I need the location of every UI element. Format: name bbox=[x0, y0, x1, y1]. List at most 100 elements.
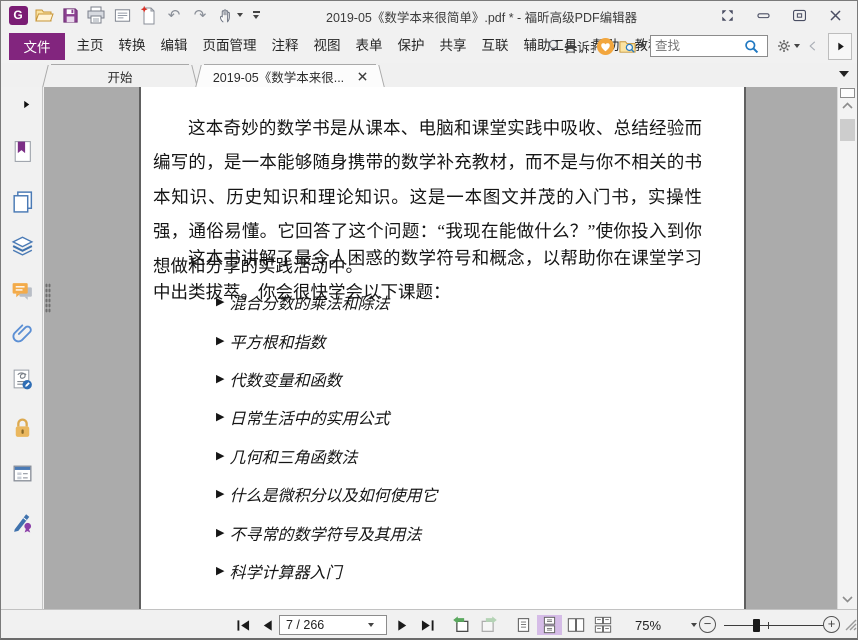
sidebar-item-security[interactable] bbox=[9, 415, 36, 442]
facing-view-button[interactable] bbox=[563, 615, 588, 635]
menu-connect[interactable]: 互联 bbox=[474, 29, 516, 63]
menu-file[interactable]: 文件 bbox=[9, 32, 65, 60]
sidebar-item-bookmarks[interactable] bbox=[9, 138, 36, 165]
customize-quick-access-button[interactable] bbox=[247, 3, 265, 27]
fullscreen-toggle-button[interactable] bbox=[709, 1, 745, 29]
menu-protect[interactable]: 保护 bbox=[390, 29, 432, 63]
scrollbar-top-button[interactable] bbox=[840, 88, 855, 98]
vertical-scrollbar[interactable] bbox=[837, 87, 857, 609]
menu-organize[interactable]: 页面管理 bbox=[195, 29, 264, 63]
bullet-marker-icon: ▶ bbox=[216, 295, 225, 308]
redo-icon: ↷ bbox=[193, 6, 207, 24]
zoom-slider[interactable] bbox=[724, 618, 824, 632]
sidebar-item-fields[interactable] bbox=[9, 460, 36, 487]
create-pdf-button[interactable] bbox=[135, 3, 161, 27]
redo-button[interactable]: ↷ bbox=[187, 3, 213, 27]
scrollbar-thumb[interactable] bbox=[840, 119, 855, 141]
pdf-page[interactable]: 这本奇妙的数学书是从课本、电脑和课堂实践中吸收、总结经验而编写的，是一本能够随身… bbox=[139, 87, 746, 609]
zoom-slider-handle[interactable] bbox=[753, 618, 760, 632]
find-box bbox=[650, 35, 768, 57]
print-button[interactable] bbox=[83, 3, 109, 27]
single-page-icon bbox=[517, 618, 530, 632]
bullet-marker-icon: ▶ bbox=[216, 410, 225, 423]
document-viewport[interactable]: 这本奇妙的数学书是从课本、电脑和课堂实践中吸收、总结经验而编写的，是一本能够随身… bbox=[44, 87, 837, 609]
settings-button[interactable] bbox=[772, 35, 804, 57]
tab-list-dropdown-icon[interactable] bbox=[839, 71, 849, 77]
previous-view-button[interactable] bbox=[447, 615, 473, 635]
tab-document[interactable]: 2019-05《数学本来很... bbox=[204, 64, 376, 87]
page-number-dropdown-icon[interactable] bbox=[368, 623, 374, 627]
sidebar-item-layers[interactable] bbox=[9, 231, 36, 258]
sidebar-item-pages[interactable] bbox=[9, 188, 36, 215]
next-page-button[interactable] bbox=[391, 615, 413, 635]
bookmark-icon bbox=[14, 141, 31, 162]
sidebar-item-sign[interactable] bbox=[9, 508, 36, 535]
continuous-page-icon bbox=[543, 616, 556, 634]
minimize-icon bbox=[756, 12, 770, 18]
menu-convert[interactable]: 转换 bbox=[111, 29, 153, 63]
previous-page-button[interactable] bbox=[256, 615, 278, 635]
zoom-level-combo[interactable]: 75% bbox=[635, 615, 697, 635]
document-tab-bar: 开始 2019-05《数学本来很... bbox=[1, 63, 857, 87]
next-view-button[interactable] bbox=[476, 615, 502, 635]
heart-icon bbox=[596, 37, 614, 55]
continuous-view-button[interactable] bbox=[537, 615, 562, 635]
folder-search-icon bbox=[618, 40, 636, 53]
maximize-button[interactable] bbox=[781, 1, 817, 29]
last-page-button[interactable] bbox=[415, 615, 439, 635]
sidebar-item-comments[interactable] bbox=[9, 278, 36, 305]
save-button[interactable] bbox=[57, 3, 83, 27]
bullet-item: ▶ 科学计算器入门 bbox=[216, 564, 342, 582]
zoom-out-button[interactable]: − bbox=[699, 616, 716, 633]
navigation-sidebar bbox=[1, 87, 43, 609]
menu-home[interactable]: 主页 bbox=[69, 29, 111, 63]
close-icon bbox=[830, 10, 840, 20]
tab-start[interactable]: 开始 bbox=[51, 64, 189, 87]
bullet-marker-icon: ▶ bbox=[216, 564, 225, 577]
find-input[interactable] bbox=[651, 39, 743, 53]
page-thumbnails-icon bbox=[13, 191, 33, 213]
single-page-view-button[interactable] bbox=[511, 615, 536, 635]
panel-splitter-handle[interactable] bbox=[45, 283, 51, 313]
first-page-icon bbox=[236, 619, 249, 631]
pdf-page-content: 这本奇妙的数学书是从课本、电脑和课堂实践中吸收、总结经验而编写的，是一本能够随身… bbox=[153, 87, 702, 609]
tell-me-label[interactable]: 告诉我 bbox=[564, 37, 594, 56]
resize-grip-icon[interactable] bbox=[844, 618, 857, 631]
menu-comment[interactable]: 注释 bbox=[264, 29, 306, 63]
app-logo-letter: G bbox=[8, 5, 28, 25]
open-file-button[interactable] bbox=[31, 3, 57, 27]
minimize-button[interactable] bbox=[745, 1, 781, 29]
scroll-down-icon[interactable] bbox=[841, 595, 854, 604]
expand-toolbar-button[interactable] bbox=[828, 32, 852, 60]
status-bar: 75% − + bbox=[1, 609, 857, 638]
undo-button[interactable]: ↶ bbox=[161, 3, 187, 27]
hand-tool-button[interactable] bbox=[213, 3, 247, 27]
zoom-dropdown-icon bbox=[691, 623, 697, 627]
menu-edit[interactable]: 编辑 bbox=[153, 29, 195, 63]
continuous-facing-view-button[interactable] bbox=[590, 615, 615, 635]
sidebar-item-attachments[interactable] bbox=[9, 320, 36, 347]
app-logo-icon[interactable]: G bbox=[5, 3, 31, 27]
sidebar-item-digital-signatures[interactable] bbox=[9, 366, 36, 393]
page-number-input[interactable] bbox=[280, 617, 366, 633]
scroll-up-icon[interactable] bbox=[841, 101, 854, 110]
menu-view[interactable]: 视图 bbox=[306, 29, 348, 63]
menu-share[interactable]: 共享 bbox=[432, 29, 474, 63]
zoom-in-button[interactable]: + bbox=[823, 616, 840, 633]
expand-panel-button[interactable] bbox=[13, 91, 40, 118]
scroll-menus-left-button[interactable] bbox=[804, 35, 822, 57]
tab-close-button[interactable] bbox=[358, 71, 367, 81]
menu-form[interactable]: 表单 bbox=[348, 29, 390, 63]
continuous-facing-icon bbox=[594, 616, 611, 633]
favorites-button[interactable] bbox=[594, 35, 616, 57]
search-folder-button[interactable] bbox=[616, 35, 646, 57]
tell-me-button[interactable] bbox=[542, 35, 564, 57]
first-page-button[interactable] bbox=[231, 615, 255, 635]
bullet-marker-icon: ▶ bbox=[216, 334, 225, 347]
close-button[interactable] bbox=[817, 1, 853, 29]
sign-pen-icon bbox=[14, 514, 32, 533]
bullet-marker-icon: ▶ bbox=[216, 372, 225, 385]
mail-document-button[interactable] bbox=[109, 3, 135, 27]
search-icon[interactable] bbox=[743, 38, 760, 55]
previous-view-icon bbox=[452, 616, 468, 632]
